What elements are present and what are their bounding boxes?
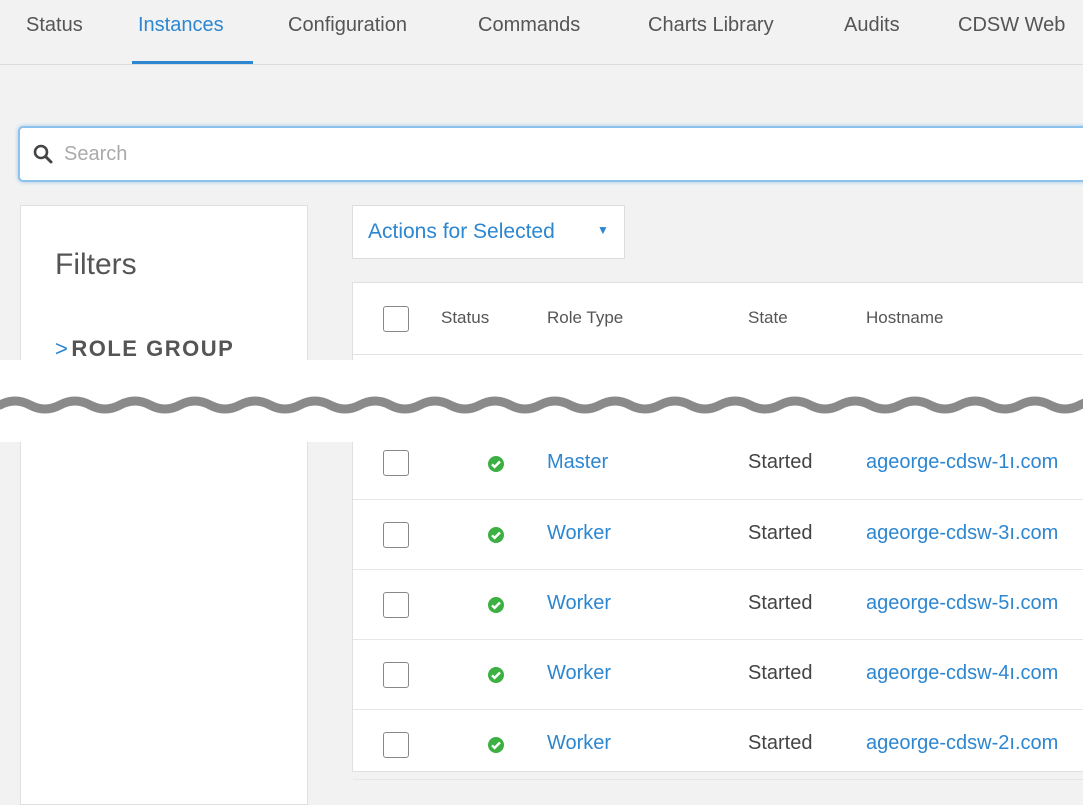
- instances-table: Status Role Type State Hostname Master S…: [352, 282, 1083, 780]
- state-text: Started: [748, 732, 813, 754]
- table-header: Status Role Type State Hostname: [353, 283, 1083, 355]
- check-circle-icon: [488, 527, 504, 543]
- state-text: Started: [748, 592, 813, 614]
- row-checkbox[interactable]: [383, 450, 409, 476]
- caret-down-icon: ▼: [597, 223, 609, 237]
- tab-status[interactable]: Status: [26, 14, 83, 37]
- actions-for-selected-label: Actions for Selected: [368, 220, 555, 243]
- chevron-right-icon: >: [55, 336, 70, 361]
- search-bar: [18, 126, 1083, 182]
- hostname-link[interactable]: ageorge-cdsw-1ı.com: [866, 451, 1058, 474]
- table-row: Worker Started ageorge-cdsw-5ı.com: [353, 569, 1083, 640]
- row-checkbox[interactable]: [383, 732, 409, 758]
- header-hostname: Hostname: [866, 308, 944, 327]
- tab-charts-library[interactable]: Charts Library: [648, 14, 774, 37]
- tab-configuration[interactable]: Configuration: [288, 14, 407, 37]
- filters-title: Filters: [55, 248, 137, 281]
- table-row: Worker Started ageorge-cdsw-3ı.com: [353, 499, 1083, 570]
- header-state: State: [748, 308, 788, 327]
- check-circle-icon: [488, 667, 504, 683]
- row-checkbox[interactable]: [383, 662, 409, 688]
- screenshot-break-separator: [0, 360, 1083, 442]
- active-tab-indicator: [132, 61, 253, 64]
- role-link[interactable]: Master: [547, 451, 608, 474]
- check-circle-icon: [488, 597, 504, 613]
- select-all-checkbox[interactable]: [383, 306, 409, 332]
- row-checkbox[interactable]: [383, 522, 409, 548]
- filters-panel: Filters >ROLE GROUP: [20, 205, 308, 805]
- hostname-link[interactable]: ageorge-cdsw-3ı.com: [866, 522, 1058, 545]
- actions-for-selected-button[interactable]: Actions for Selected ▼: [352, 205, 625, 259]
- wavy-break-line: [0, 396, 1083, 414]
- table-row: Worker Started ageorge-cdsw-2ı.com: [353, 709, 1083, 780]
- table-row: Worker Started ageorge-cdsw-4ı.com: [353, 639, 1083, 710]
- tab-instances[interactable]: Instances: [138, 14, 224, 37]
- check-circle-icon: [488, 737, 504, 753]
- check-circle-icon: [488, 456, 504, 472]
- header-role-type: Role Type: [547, 308, 624, 327]
- hostname-link[interactable]: ageorge-cdsw-5ı.com: [866, 592, 1058, 615]
- filter-role-group-label: ROLE GROUP: [71, 336, 235, 361]
- state-text: Started: [748, 522, 813, 544]
- role-link[interactable]: Worker: [547, 592, 611, 615]
- filter-role-group[interactable]: >ROLE GROUP: [55, 336, 234, 362]
- tab-audits[interactable]: Audits: [844, 14, 900, 37]
- state-text: Started: [748, 662, 813, 684]
- header-status: Status: [441, 308, 490, 327]
- tab-bar: Status Instances Configuration Commands …: [0, 0, 1083, 65]
- role-link[interactable]: Worker: [547, 732, 611, 755]
- tab-commands[interactable]: Commands: [478, 14, 580, 37]
- state-text: Started: [748, 451, 813, 473]
- hostname-link[interactable]: ageorge-cdsw-4ı.com: [866, 662, 1058, 685]
- role-link[interactable]: Worker: [547, 522, 611, 545]
- tab-cdsw-web[interactable]: CDSW Web: [958, 14, 1065, 37]
- row-checkbox[interactable]: [383, 592, 409, 618]
- role-link[interactable]: Worker: [547, 662, 611, 685]
- hostname-link[interactable]: ageorge-cdsw-2ı.com: [866, 732, 1058, 755]
- search-input[interactable]: [64, 138, 964, 170]
- search-icon: [33, 144, 53, 164]
